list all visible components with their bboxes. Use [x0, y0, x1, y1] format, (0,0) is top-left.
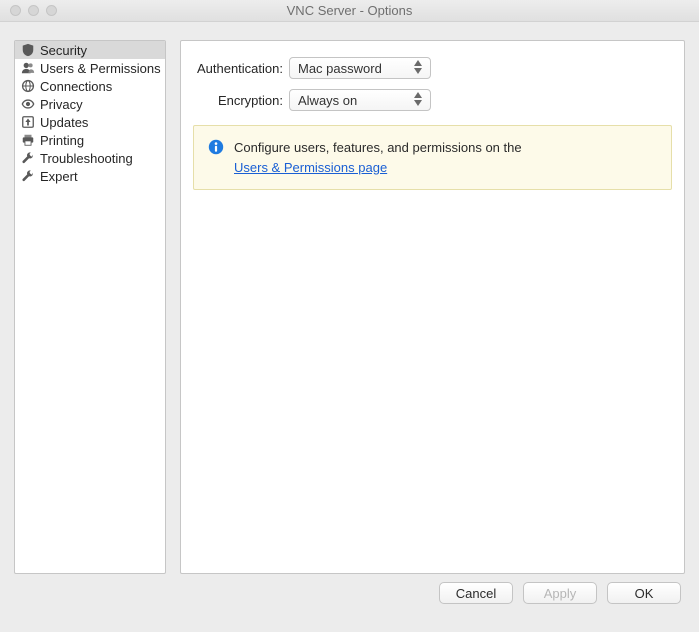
sidebar-item-label: Expert	[40, 169, 78, 184]
sidebar-item-privacy[interactable]: Privacy	[15, 95, 165, 113]
wrench-icon	[21, 151, 35, 165]
encryption-value: Always on	[298, 93, 357, 108]
encryption-select[interactable]: Always on	[289, 89, 431, 111]
sidebar-item-connections[interactable]: Connections	[15, 77, 165, 95]
sidebar-item-updates[interactable]: Updates	[15, 113, 165, 131]
sidebar-item-label: Connections	[40, 79, 112, 94]
users-icon	[21, 61, 35, 75]
authentication-value: Mac password	[298, 61, 382, 76]
shield-icon	[21, 43, 35, 57]
globe-icon	[21, 79, 35, 93]
sidebar-item-security[interactable]: Security	[15, 41, 165, 59]
cancel-button[interactable]: Cancel	[439, 582, 513, 604]
window-controls	[0, 5, 57, 16]
info-text: Configure users, features, and permissio…	[234, 140, 522, 155]
arrow-up-box-icon	[21, 115, 35, 129]
zoom-window-icon[interactable]	[46, 5, 57, 16]
sidebar-item-label: Privacy	[40, 97, 83, 112]
info-box: Configure users, features, and permissio…	[193, 125, 672, 190]
sidebar-item-label: Printing	[40, 133, 84, 148]
close-window-icon[interactable]	[10, 5, 21, 16]
ok-button[interactable]: OK	[607, 582, 681, 604]
sidebar: Security Users & Permissions Connections…	[14, 40, 166, 574]
window-title: VNC Server - Options	[0, 3, 699, 18]
apply-button: Apply	[523, 582, 597, 604]
chevron-up-down-icon	[414, 92, 426, 106]
chevron-up-down-icon	[414, 60, 426, 74]
dialog-footer: Cancel Apply OK	[0, 582, 699, 616]
users-permissions-link[interactable]: Users & Permissions page	[234, 160, 387, 175]
encryption-label: Encryption:	[193, 93, 289, 108]
wrench-icon	[21, 169, 35, 183]
sidebar-item-expert[interactable]: Expert	[15, 167, 165, 185]
eye-icon	[21, 97, 35, 111]
info-icon	[208, 139, 224, 155]
main-panel: Authentication: Mac password Encryption:…	[180, 40, 685, 574]
sidebar-item-label: Updates	[40, 115, 88, 130]
authentication-select[interactable]: Mac password	[289, 57, 431, 79]
titlebar: VNC Server - Options	[0, 0, 699, 22]
minimize-window-icon[interactable]	[28, 5, 39, 16]
sidebar-item-label: Security	[40, 43, 87, 58]
sidebar-item-troubleshooting[interactable]: Troubleshooting	[15, 149, 165, 167]
printer-icon	[21, 133, 35, 147]
authentication-label: Authentication:	[193, 61, 289, 76]
sidebar-item-label: Users & Permissions	[40, 61, 161, 76]
sidebar-item-label: Troubleshooting	[40, 151, 133, 166]
sidebar-item-users-permissions[interactable]: Users & Permissions	[15, 59, 165, 77]
sidebar-item-printing[interactable]: Printing	[15, 131, 165, 149]
